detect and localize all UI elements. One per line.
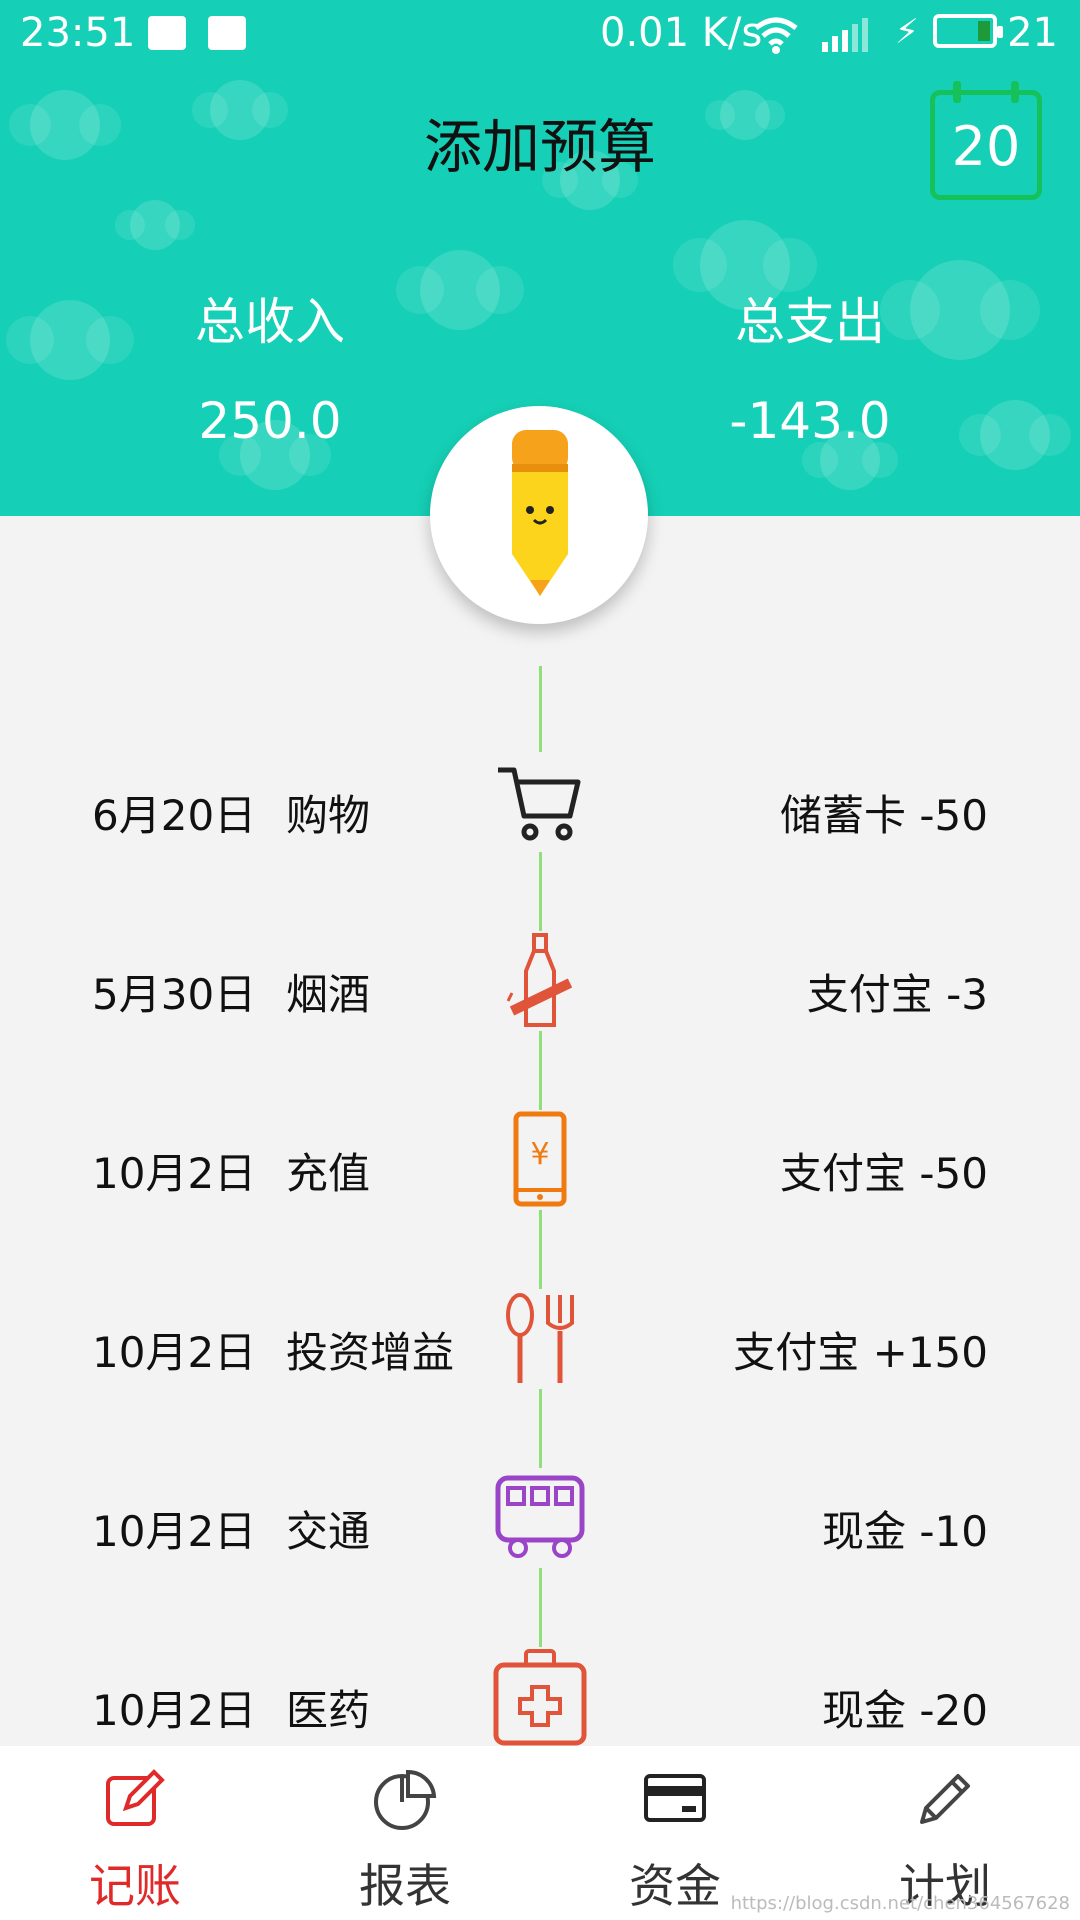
wifi-icon — [754, 17, 798, 54]
record-row[interactable]: 6月20日 购物 储蓄卡 -50 — [0, 752, 1080, 852]
record-date: 10月2日 — [92, 1149, 257, 1198]
bottle-cigarette-icon — [490, 931, 590, 1031]
record-category: 医药 — [286, 1686, 371, 1735]
record-account: 储蓄卡 -50 — [780, 791, 988, 840]
record-date: 10月2日 — [92, 1686, 257, 1735]
status-bar: 23:51 0.01 K/s ⚡ 21 — [0, 0, 1080, 68]
record-row[interactable]: 10月2日 充值 ¥ 支付宝 -50 — [0, 1110, 1080, 1210]
record-account: 现金 -10 — [822, 1507, 988, 1556]
nav-item-bookkeeping[interactable]: 记账 — [0, 1746, 270, 1920]
svg-text:¥: ¥ — [530, 1137, 549, 1172]
bus-icon — [490, 1468, 590, 1568]
status-time: 23:51 — [20, 10, 136, 56]
record-row[interactable]: 10月2日 投资增益 支付宝 +150 — [0, 1289, 1080, 1389]
record-row[interactable]: 10月2日 医药 现金 -20 — [0, 1647, 1080, 1747]
page-title: 添加预算 — [423, 113, 656, 181]
watermark: https://blog.csdn.net/chen364567628 — [730, 1893, 1070, 1914]
pencil-icon — [920, 1774, 970, 1824]
spoon-fork-icon — [490, 1289, 590, 1389]
record-row[interactable]: 10月2日 交通 现金 -10 — [0, 1468, 1080, 1568]
expense-label: 总支出 — [735, 293, 885, 351]
record-category: 烟酒 — [286, 970, 371, 1019]
record-category: 购物 — [286, 791, 371, 840]
nav-label: 记账 — [89, 1859, 181, 1913]
record-account: 现金 -20 — [822, 1686, 988, 1735]
record-date: 10月2日 — [92, 1507, 257, 1556]
charging-icon: ⚡ — [895, 12, 919, 52]
record-account: 支付宝 +150 — [733, 1328, 988, 1377]
medical-kit-icon — [490, 1647, 590, 1747]
record-row[interactable]: 5月30日 烟酒 支付宝 -3 — [0, 931, 1080, 1031]
record-date: 5月30日 — [92, 970, 257, 1019]
income-label: 总收入 — [195, 293, 345, 351]
add-record-button[interactable] — [430, 406, 648, 624]
nav-label: 报表 — [359, 1859, 451, 1913]
record-category: 交通 — [286, 1507, 371, 1556]
record-date: 10月2日 — [92, 1328, 257, 1377]
nav-item-report[interactable]: 报表 — [270, 1746, 540, 1920]
pencil-mascot-icon — [512, 430, 568, 596]
signal-icon — [822, 18, 868, 52]
cart-icon — [490, 752, 590, 852]
record-account: 支付宝 -3 — [806, 970, 988, 1019]
calendar-button[interactable]: 20 — [930, 81, 1042, 200]
card-icon — [644, 1774, 706, 1822]
pie-chart-icon — [374, 1769, 437, 1830]
income-value: 250.0 — [198, 392, 342, 450]
calendar-day: 20 — [951, 115, 1021, 178]
battery-icon — [933, 14, 1003, 48]
edit-icon — [106, 1769, 165, 1826]
battery-level: 21 — [1007, 10, 1058, 56]
network-speed: 0.01 K/s — [600, 10, 763, 56]
bottom-nav: 记账 报表 资金 计划 https://blog.csdn.net/chen36… — [0, 1746, 1080, 1920]
expense-value: -143.0 — [729, 392, 891, 450]
record-account: 支付宝 -50 — [780, 1149, 988, 1198]
record-category: 充值 — [286, 1149, 371, 1198]
record-category: 投资增益 — [286, 1328, 455, 1377]
phone-yuan-icon: ¥ — [490, 1110, 590, 1210]
record-date: 6月20日 — [92, 791, 257, 840]
image-notification-icon — [208, 16, 246, 50]
mail-notification-icon — [148, 16, 186, 50]
